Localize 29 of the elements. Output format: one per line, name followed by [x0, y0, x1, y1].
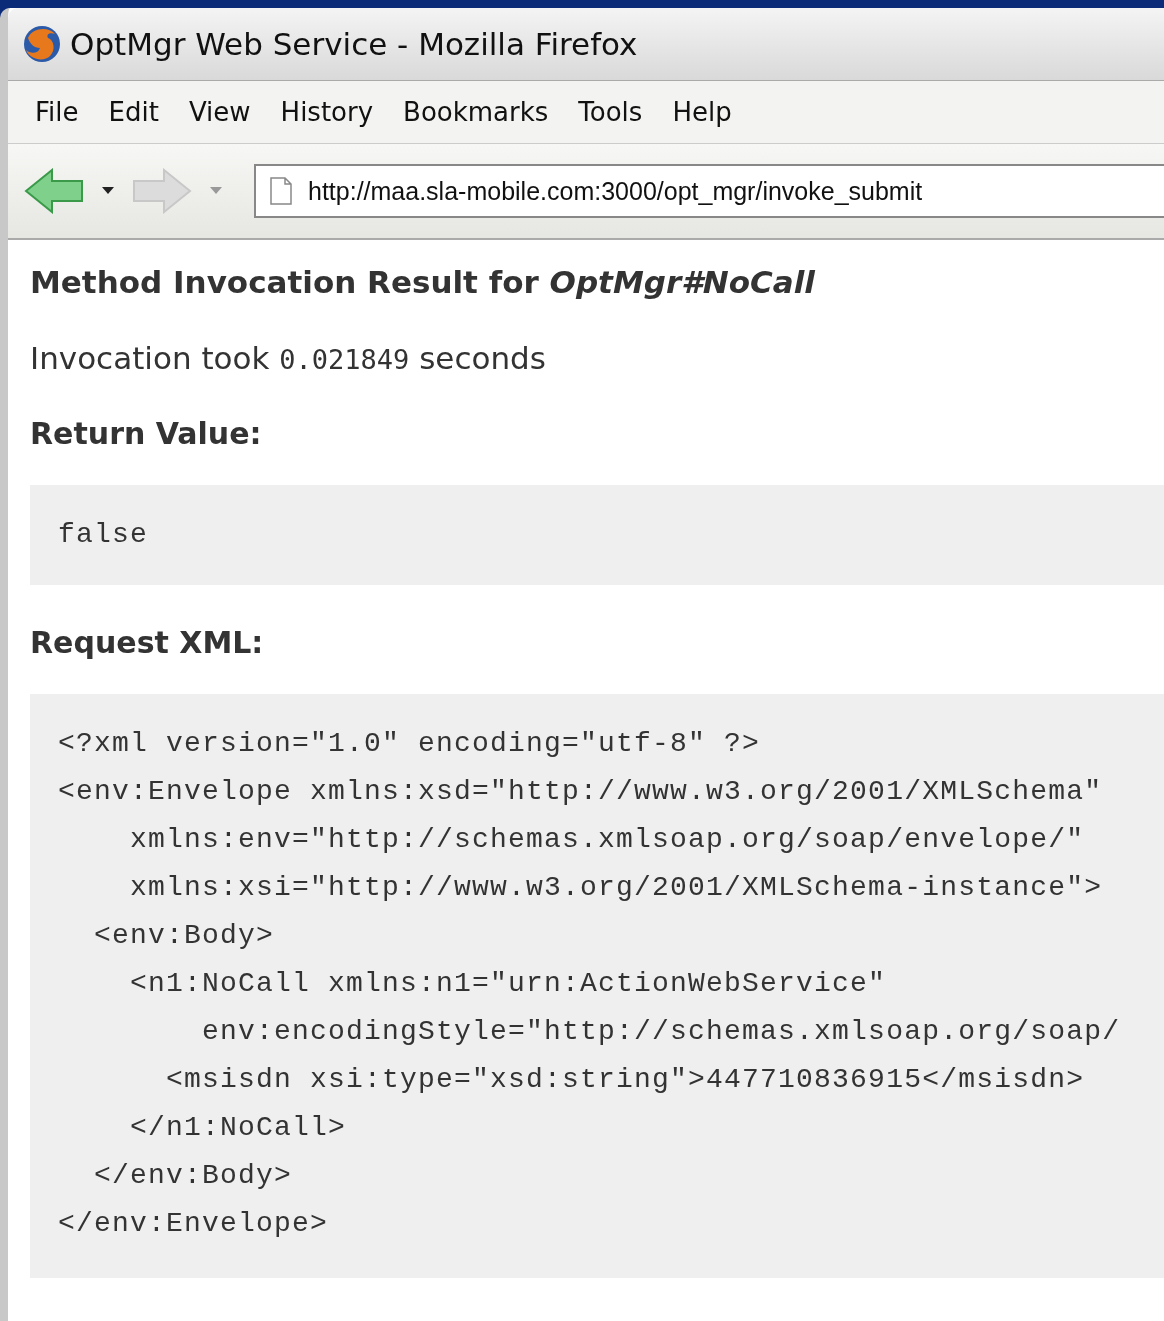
page-heading: Method Invocation Result for OptMgr#NoCall	[30, 264, 816, 300]
invocation-time-text: Invocation took 0.021849 seconds	[30, 340, 547, 376]
code-line: <?xml version="1.0" encoding="utf-8" ?>	[58, 727, 761, 761]
code-line: </env:Envelope>	[58, 1207, 329, 1241]
fox-globe-icon	[22, 24, 62, 64]
code-line: false	[58, 518, 148, 552]
back-arrow-icon[interactable]	[24, 168, 84, 214]
window-title: OptMgr Web Service - Mozilla Firefox	[70, 26, 638, 62]
code-line: <msisdn xsi:type="xsd:string">447710836915</msisdn>	[165, 1063, 1085, 1097]
code-line: xmlns:xsi="http://www.w3.org/2001/XMLSchema-instance">	[129, 871, 1103, 905]
code-line: </n1:NoCall>	[129, 1111, 347, 1145]
menu-item[interactable]: History	[265, 97, 389, 127]
page-icon	[270, 177, 292, 205]
menu-item[interactable]: Help	[657, 97, 747, 127]
menu-item[interactable]: Edit	[93, 97, 174, 127]
code-line: <env:Envelope xmlns:xsd="http://www.w3.org/2001/XMLSchema"	[58, 775, 1103, 809]
code-line: xmlns:env="http://schemas.xmlsoap.org/soap/envelope/"	[129, 823, 1085, 857]
code-line: <env:Body>	[93, 919, 275, 953]
menu-item[interactable]: Tools	[563, 97, 658, 127]
menu-item[interactable]: View	[173, 97, 266, 127]
code-line: </env:Body>	[93, 1159, 293, 1193]
dropdown-caret-icon[interactable]	[102, 187, 114, 195]
code-line: <n1:NoCall xmlns:n1="urn:ActionWebService"	[129, 967, 887, 1001]
section-heading: Request XML:	[30, 625, 265, 660]
code-line: env:encodingStyle="http://schemas.xmlsoap.org/soap/	[201, 1015, 1121, 1049]
address-field[interactable]: http://maa.sla-mobile.com:3000/opt_mgr/invoke_submit	[254, 164, 1164, 218]
section-heading: Return Value:	[30, 416, 263, 451]
menu-item[interactable]: File	[20, 97, 94, 127]
menu-item[interactable]: Bookmarks	[388, 97, 564, 127]
